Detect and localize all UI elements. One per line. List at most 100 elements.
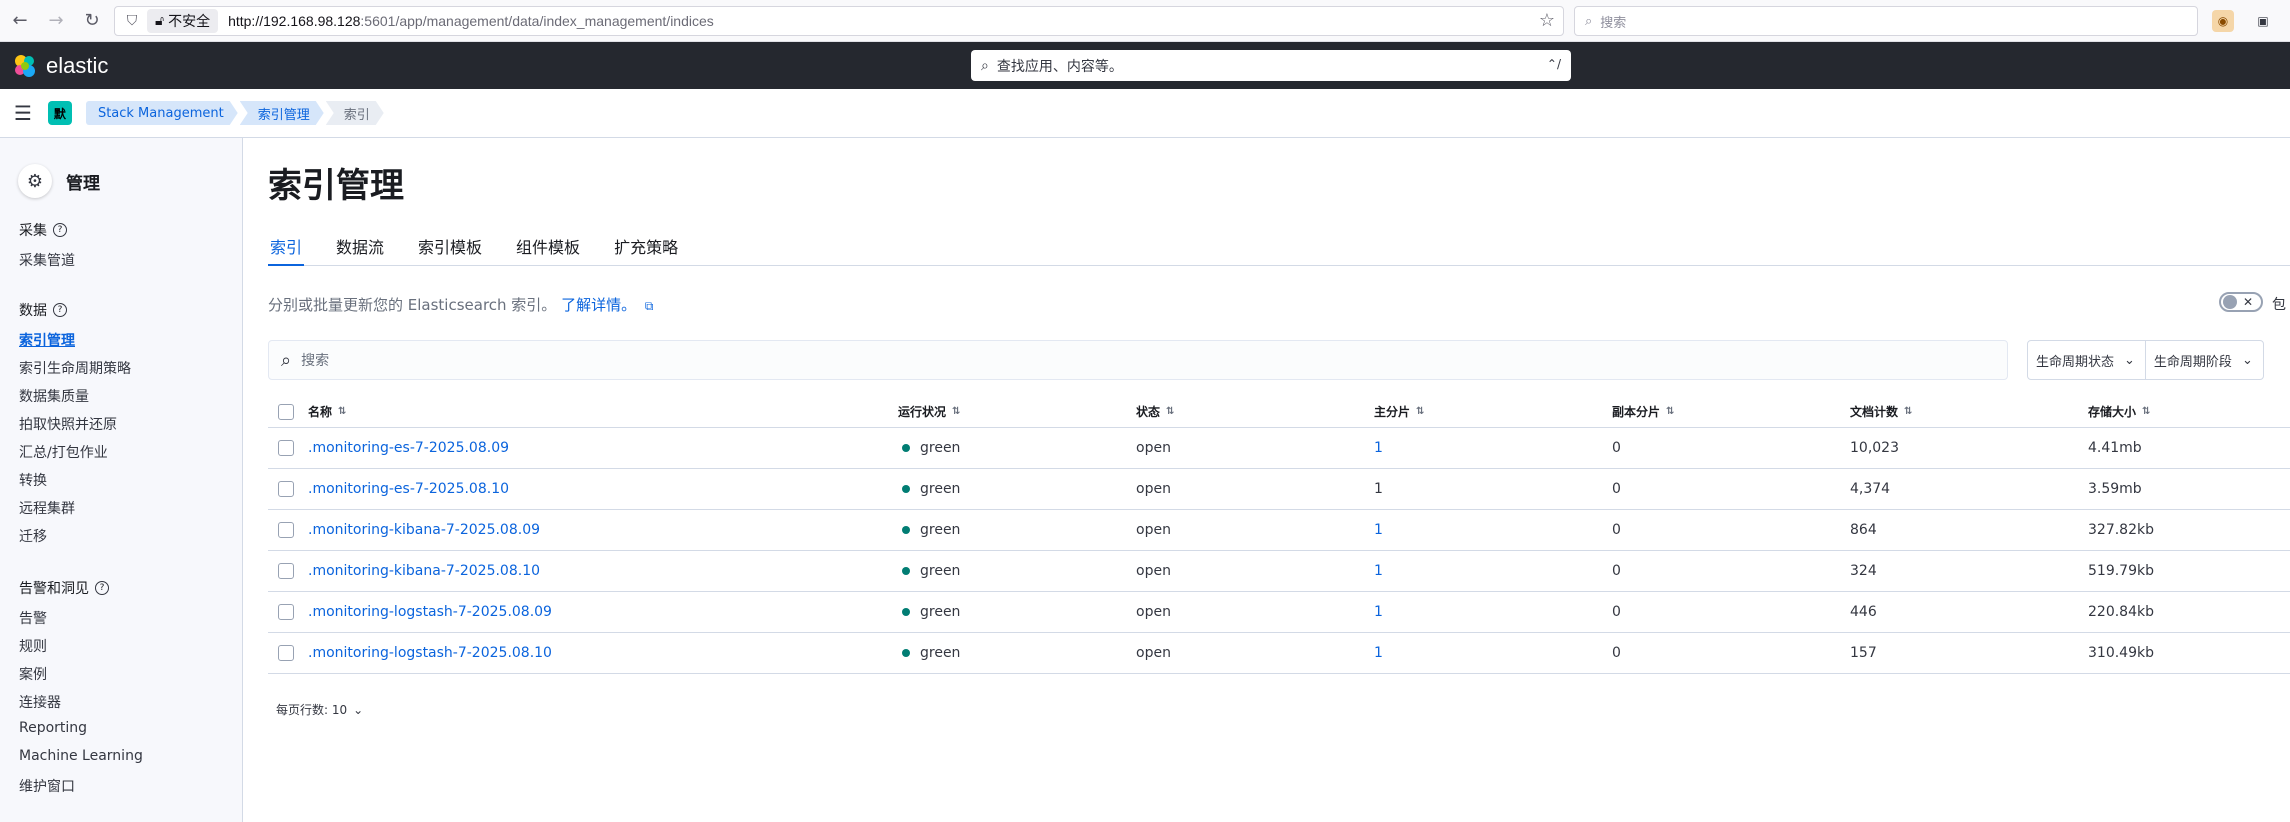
sidebar-item-rules[interactable]: 规则 [19,636,47,656]
sidebar-item-maintenance-windows[interactable]: 维护窗口 [19,776,75,796]
storage-size-cell: 327.82kb [2088,522,2154,538]
health-cell: green [902,469,960,509]
column-header-status[interactable]: 状态 ⇅ [1136,396,1174,427]
learn-more-link[interactable]: 了解详情。 [561,296,636,314]
column-header-docs-count[interactable]: 文档计数 ⇅ [1850,396,1912,427]
chevron-down-icon: ⌄ [2124,352,2135,368]
sidebar-item-migrate[interactable]: 迁移 [19,526,47,546]
help-icon[interactable]: ? [53,303,67,317]
index-name-link[interactable]: .monitoring-es-7-2025.08.10 [308,469,509,509]
sidebar-item-data-set-quality[interactable]: 数据集质量 [19,386,89,406]
primaries-link[interactable]: 1 [1374,592,1383,632]
health-cell: green [902,551,960,591]
breadcrumb-stack-management[interactable]: Stack Management [86,101,238,125]
primaries-link[interactable]: 1 [1374,551,1383,591]
sidebar-item-remote-clusters[interactable]: 远程集群 [19,498,75,518]
health-text: green [920,563,961,579]
insecure-badge[interactable]: 🔓︎ 不安全 [147,9,219,33]
downloads-icon[interactable]: ▣ [2252,10,2274,32]
hamburger-menu-icon[interactable]: ☰ [14,101,32,125]
include-hidden-toggle[interactable]: ✕ [2219,292,2263,312]
column-header-primaries[interactable]: 主分片 ⇅ [1374,396,1424,427]
column-header-replicas[interactable]: 副本分片 ⇅ [1612,396,1674,427]
global-search-placeholder: 查找应用、内容等。 [996,58,1123,75]
tab-data-streams[interactable]: 数据流 [334,234,386,266]
tab-indices[interactable]: 索引 [268,234,305,266]
sidebar-item-connectors[interactable]: 连接器 [19,692,61,712]
tab-enrich-policies[interactable]: 扩充策略 [612,234,680,266]
bookmark-star-icon[interactable]: ☆ [1539,10,1555,31]
gear-icon: ⚙ [18,164,52,198]
table-row: .monitoring-es-7-2025.08.09 green open 1… [268,428,2290,469]
rows-per-page-label: 每页行数: 10 [276,703,348,717]
primaries-link[interactable]: 1 [1374,428,1383,468]
row-checkbox[interactable] [278,522,294,538]
sidebar-item-index-management[interactable]: 索引管理 [19,330,75,350]
sidebar-item-cases[interactable]: 案例 [19,664,47,684]
sidebar-item-ilm-policies[interactable]: 索引生命周期策略 [19,358,131,378]
health-text: green [920,522,961,538]
column-label: 副本分片 [1612,405,1661,419]
chevron-down-icon: ⌄ [353,702,364,717]
global-search-input[interactable]: ⌕ 查找应用、内容等。 ⌃/ [971,50,1571,81]
rows-per-page-selector[interactable]: 每页行数: 10 ⌄ [276,701,363,718]
lifecycle-status-filter[interactable]: 生命周期状态 ⌄ [2028,341,2145,379]
storage-size-cell: 220.84kb [2088,604,2154,620]
breadcrumb-index-management[interactable]: 索引管理 [240,101,324,125]
sidebar-item-ingest-pipelines[interactable]: 采集管道 [19,250,75,270]
index-name-link[interactable]: .monitoring-es-7-2025.08.09 [308,428,509,468]
sidebar-item-alerts[interactable]: 告警 [19,608,47,628]
space-avatar[interactable]: 默 [47,101,72,125]
table-row: .monitoring-es-7-2025.08.10 green open 1… [268,469,2290,510]
status-cell: open [1136,645,1171,661]
lock-slash-icon: 🔓︎ [155,13,165,29]
health-dot-icon [902,649,910,657]
extension-icon[interactable]: ◉ [2212,10,2234,32]
table-row: .monitoring-logstash-7-2025.08.10 green … [268,633,2290,674]
table-row: .monitoring-logstash-7-2025.08.09 green … [268,592,2290,633]
sidebar-item-rollup-jobs[interactable]: 汇总/打包作业 [19,442,108,462]
browser-search-input[interactable]: ⌕ 搜索 [1574,6,2198,36]
storage-size-cell: 519.79kb [2088,563,2154,579]
row-checkbox[interactable] [278,645,294,661]
search-placeholder: 搜索 [301,353,330,369]
reload-icon[interactable]: ↻ [76,5,108,37]
sidebar-item-machine-learning[interactable]: Machine Learning [19,748,143,764]
sort-icon: ⇅ [1166,405,1175,417]
url-text[interactable]: http://192.168.98.128:5601/app/managemen… [228,13,714,29]
row-checkbox[interactable] [278,563,294,579]
forward-arrow-icon[interactable]: → [40,5,72,37]
lifecycle-phase-filter[interactable]: 生命周期阶段 ⌄ [2144,341,2263,379]
elastic-logo[interactable]: elastic [12,53,108,79]
sidebar-group-data: 数据 ? [19,300,67,320]
index-name-link[interactable]: .monitoring-logstash-7-2025.08.09 [308,592,552,632]
column-label: 主分片 [1374,405,1411,419]
column-header-health[interactable]: 运行状况 ⇅ [898,396,960,427]
sidebar-item-snapshot-restore[interactable]: 拍取快照并还原 [19,414,117,434]
sidebar-item-reporting[interactable]: Reporting [19,720,87,736]
primaries-link[interactable]: 1 [1374,633,1383,673]
column-header-name[interactable]: 名称 ⇅ [308,396,346,427]
sidebar-item-transforms[interactable]: 转换 [19,470,47,490]
column-header-storage-size[interactable]: 存储大小 ⇅ [2088,396,2150,427]
search-icon: ⌕ [1585,13,1593,29]
column-label: 状态 [1136,405,1161,419]
select-all-checkbox[interactable] [278,403,294,420]
row-checkbox[interactable] [278,440,294,456]
index-name-link[interactable]: .monitoring-kibana-7-2025.08.09 [308,510,540,550]
tab-index-templates[interactable]: 索引模板 [416,234,484,266]
row-checkbox[interactable] [278,604,294,620]
primaries-link[interactable]: 1 [1374,510,1383,550]
index-name-link[interactable]: .monitoring-logstash-7-2025.08.10 [308,633,552,673]
help-icon[interactable]: ? [53,223,67,237]
shield-icon[interactable]: ⛉ [121,13,143,29]
address-bar[interactable]: ⛉ 🔓︎ 不安全 http://192.168.98.128:5601/app/… [114,6,1564,36]
search-input[interactable]: ⌕ 搜索 [268,340,2008,380]
row-checkbox[interactable] [278,481,294,497]
tab-component-templates[interactable]: 组件模板 [514,234,582,266]
help-icon[interactable]: ? [95,581,109,595]
sort-icon: ⇅ [1416,405,1425,417]
index-name-link[interactable]: .monitoring-kibana-7-2025.08.10 [308,551,540,591]
back-arrow-icon[interactable]: ← [4,5,36,37]
page-title: 索引管理 [268,166,404,206]
